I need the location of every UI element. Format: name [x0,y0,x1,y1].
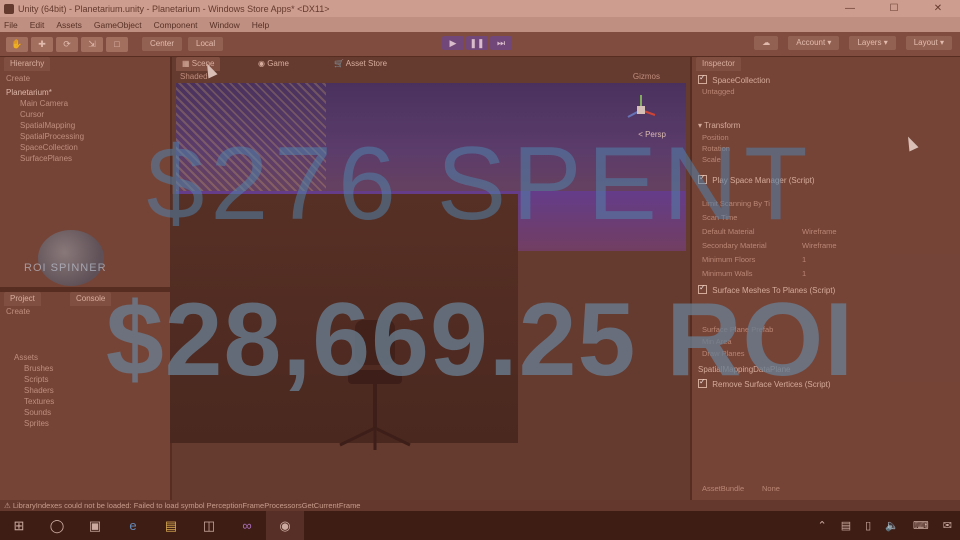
task-view-icon[interactable]: ▣ [76,511,114,540]
windows-icon[interactable]: ⊞ [0,511,38,540]
play-icon: ▶ [449,38,457,48]
globe-icon [38,230,104,286]
tab-asset-store-label: Asset Store [345,59,388,68]
volume-icon[interactable]: 🔈 [885,519,899,532]
edge-icon[interactable]: e [114,511,152,540]
console-status-bar[interactable]: ⚠ LibraryIndexes could not be loaded: Fa… [0,500,960,511]
move-tool-button[interactable]: ✚ [31,36,53,52]
minimize-button[interactable]: — [828,0,872,17]
account-dropdown[interactable]: Account [788,36,840,50]
rotate-icon: ⟳ [63,38,71,49]
close-button[interactable]: ✕ [916,0,960,17]
menu-component[interactable]: Component [154,20,198,30]
menu-assets[interactable]: Assets [56,20,82,30]
system-tray: ⌃ ▤ ▯ 🔈 ⌨ ✉ [818,511,953,540]
field-min-floors: Minimum Floors [702,255,756,264]
hierarchy-tab[interactable]: Hierarchy [4,57,51,71]
min-floors-value[interactable]: 1 [802,255,806,264]
move-icon: ✚ [38,38,46,49]
object-active-checkbox[interactable] [698,73,707,84]
object-name-field[interactable]: SpaceCollection [712,76,770,85]
network-icon[interactable]: ▤ [841,519,851,532]
folder-item[interactable]: Sounds [14,407,54,418]
step-icon: ⏭ [496,38,506,48]
play-button[interactable]: ▶ [442,36,464,50]
folder-item[interactable]: Textures [14,396,54,407]
gizmos-dropdown[interactable]: Gizmos [633,71,660,82]
globe-label: ROI SPINNER [24,262,107,274]
unity-icon[interactable]: ◉ [266,511,304,540]
menu-bar: File Edit Assets GameObject Component Wi… [0,17,960,32]
keyboard-icon[interactable]: ⌨ [913,519,929,532]
menu-file[interactable]: File [4,20,18,30]
window-title: Unity (64bit) - Planetarium.unity - Plan… [18,3,330,14]
tag-dropdown[interactable]: Untagged [702,87,735,96]
tab-asset-store[interactable]: 🛒 Asset Store [328,57,393,71]
window-controls: — ☐ ✕ [828,0,960,17]
folder-item[interactable]: Sprites [14,418,54,429]
step-button[interactable]: ⏭ [490,36,512,50]
pause-button[interactable]: ❚❚ [466,36,488,50]
battery-icon[interactable]: ▯ [865,519,871,532]
notification-icon[interactable]: ✉ [943,519,952,532]
cloud-button[interactable]: ☁ [754,36,779,50]
list-item[interactable]: Main Camera [6,98,84,109]
secondary-material-value[interactable]: Wireframe [802,241,837,250]
maximize-button[interactable]: ☐ [872,0,916,17]
toolbar-right: ☁ Account Layers Layout [754,36,952,50]
menu-gameobject[interactable]: GameObject [94,20,142,30]
rotate-tool-button[interactable]: ⟳ [56,36,78,52]
layout-dropdown[interactable]: Layout [905,36,952,50]
windows-taskbar: ⊞ ◯ ▣ e ▤ ◫ ∞ ◉ ⌃ ▤ ▯ 🔈 ⌨ ✉ [0,511,960,540]
explorer-icon[interactable]: ▤ [152,511,190,540]
hand-icon: ✋ [11,38,23,49]
tab-game[interactable]: ◉ Game [252,57,295,71]
inspector-panel: Inspector SpaceCollection Untagged ▾ Tra… [692,57,960,500]
scene-root[interactable]: Planetarium* [6,87,84,98]
tab-game-label: Game [267,59,289,68]
pause-icon: ❚❚ [469,38,485,48]
play-controls: ▶ ❚❚ ⏭ [442,36,512,50]
visual-studio-icon[interactable]: ∞ [228,511,266,540]
inspector-tab[interactable]: Inspector [696,57,741,71]
chevron-up-icon[interactable]: ⌃ [818,519,827,532]
list-item[interactable]: SpatialMapping [6,120,84,131]
scale-icon: ⇲ [88,38,96,49]
cloud-icon: ☁ [762,38,771,47]
rect-icon: □ [114,38,120,49]
shading-mode-dropdown[interactable]: Shaded [180,71,208,82]
hierarchy-create-button[interactable]: Create [6,73,30,84]
pivot-center-toggle[interactable]: Center [142,37,183,51]
scale-tool-button[interactable]: ⇲ [81,36,103,52]
window-titlebar: Unity (64bit) - Planetarium.unity - Plan… [0,0,960,17]
spent-headline: $276 SPENT [146,126,814,242]
layers-dropdown[interactable]: Layers [849,36,896,50]
list-item[interactable]: Cursor [6,109,84,120]
asset-bundle-label: AssetBundle [702,484,745,493]
menu-help[interactable]: Help [252,20,269,30]
status-message: LibraryIndexes could not be loaded: Fail… [12,501,361,510]
pivot-local-toggle[interactable]: Local [188,37,224,51]
menu-window[interactable]: Window [210,20,240,30]
orientation-gizmo-icon[interactable] [624,93,658,127]
rect-tool-button[interactable]: □ [106,36,128,52]
hand-tool-button[interactable]: ✋ [6,36,28,52]
menu-edit[interactable]: Edit [30,20,45,30]
roi-headline: $28,669.25 ROI [105,282,855,398]
unity-app-icon [4,3,14,14]
store-icon[interactable]: ◫ [190,511,228,540]
field-min-walls: Minimum Walls [702,269,753,278]
field-secondary-material: Secondary Material [702,241,767,250]
min-walls-value[interactable]: 1 [802,269,806,278]
object-header: SpaceCollection [698,73,770,85]
search-icon[interactable]: ◯ [38,511,76,540]
asset-bundle-dropdown[interactable]: None [762,484,780,493]
